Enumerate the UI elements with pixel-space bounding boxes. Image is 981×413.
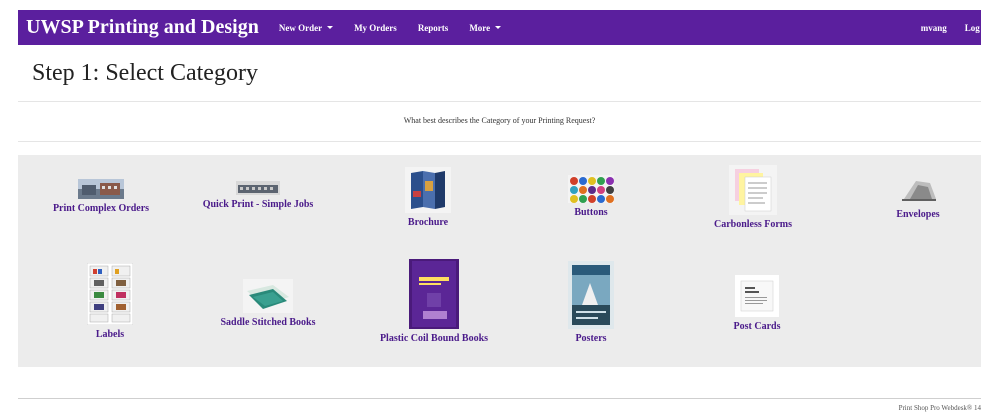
envelopes-icon xyxy=(896,175,940,205)
footer-credit: Print Shop Pro Webdesk® 14 xyxy=(898,404,981,412)
category-label: Quick Print - Simple Jobs xyxy=(202,199,314,210)
category-posters[interactable]: Posters xyxy=(556,261,626,344)
nav-links: New Order My Orders Reports More xyxy=(279,23,522,33)
nav-reports-label: Reports xyxy=(417,22,449,33)
building-photo-icon xyxy=(78,179,124,199)
category-panel: Print Complex Orders Quick Print - Simpl… xyxy=(18,155,981,367)
divider xyxy=(18,101,981,102)
category-label: Brochure xyxy=(407,217,449,228)
category-label: Envelopes xyxy=(896,209,940,220)
category-print-complex-orders[interactable]: Print Complex Orders xyxy=(46,179,156,214)
nav-new-order[interactable]: New Order xyxy=(278,22,334,33)
category-envelopes[interactable]: Envelopes xyxy=(883,175,953,220)
category-labels[interactable]: Labels xyxy=(80,263,140,340)
nav-my-orders-label: My Orders xyxy=(354,22,397,33)
category-label: Carbonless Forms xyxy=(713,219,793,230)
category-label: Posters xyxy=(575,333,607,344)
poster-icon xyxy=(568,261,614,329)
category-question: What best describes the Category of your… xyxy=(403,116,596,125)
user-menu[interactable]: mvang xyxy=(921,23,947,33)
labels-icon xyxy=(87,263,133,325)
category-label: Plastic Coil Bound Books xyxy=(379,333,489,344)
nav-new-order-label: New Order xyxy=(278,22,323,33)
caret-down-icon xyxy=(327,26,334,29)
caret-down-icon xyxy=(495,26,502,29)
brochure-icon xyxy=(405,167,451,213)
category-post-cards[interactable]: Post Cards xyxy=(714,275,800,332)
category-label: Labels xyxy=(95,329,125,340)
category-label: Saddle Stitched Books xyxy=(220,317,316,328)
coil-book-icon xyxy=(409,259,459,329)
category-carbonless-forms[interactable]: Carbonless Forms xyxy=(698,165,808,230)
campus-photo-icon xyxy=(236,181,280,195)
logout-link[interactable]: Log O xyxy=(965,23,981,33)
nav-my-orders[interactable]: My Orders xyxy=(354,23,397,33)
brand-link[interactable]: UWSP Printing and Design xyxy=(18,16,259,39)
nav-right: mvang Log O xyxy=(921,10,981,45)
top-navbar: UWSP Printing and Design New Order My Or… xyxy=(18,10,981,45)
category-buttons[interactable]: Buttons xyxy=(556,175,626,218)
category-brochure[interactable]: Brochure xyxy=(393,167,463,228)
post-card-icon xyxy=(735,275,779,317)
category-saddle-stitched-books[interactable]: Saddle Stitched Books xyxy=(204,279,332,328)
category-label: Buttons xyxy=(574,207,608,218)
nav-more[interactable]: More xyxy=(469,22,502,33)
page-title: Step 1: Select Category xyxy=(32,60,258,86)
category-plastic-coil-bound-books[interactable]: Plastic Coil Bound Books xyxy=(364,259,504,344)
footer-divider xyxy=(18,398,981,399)
divider xyxy=(18,141,981,142)
nav-more-label: More xyxy=(469,22,491,33)
category-quick-print[interactable]: Quick Print - Simple Jobs xyxy=(190,181,326,210)
buttons-icon xyxy=(568,175,614,203)
saddle-stitched-book-icon xyxy=(243,279,293,313)
category-label: Post Cards xyxy=(733,321,781,332)
carbonless-forms-icon xyxy=(729,165,777,215)
category-label: Print Complex Orders xyxy=(52,203,150,214)
nav-reports[interactable]: Reports xyxy=(418,23,449,33)
